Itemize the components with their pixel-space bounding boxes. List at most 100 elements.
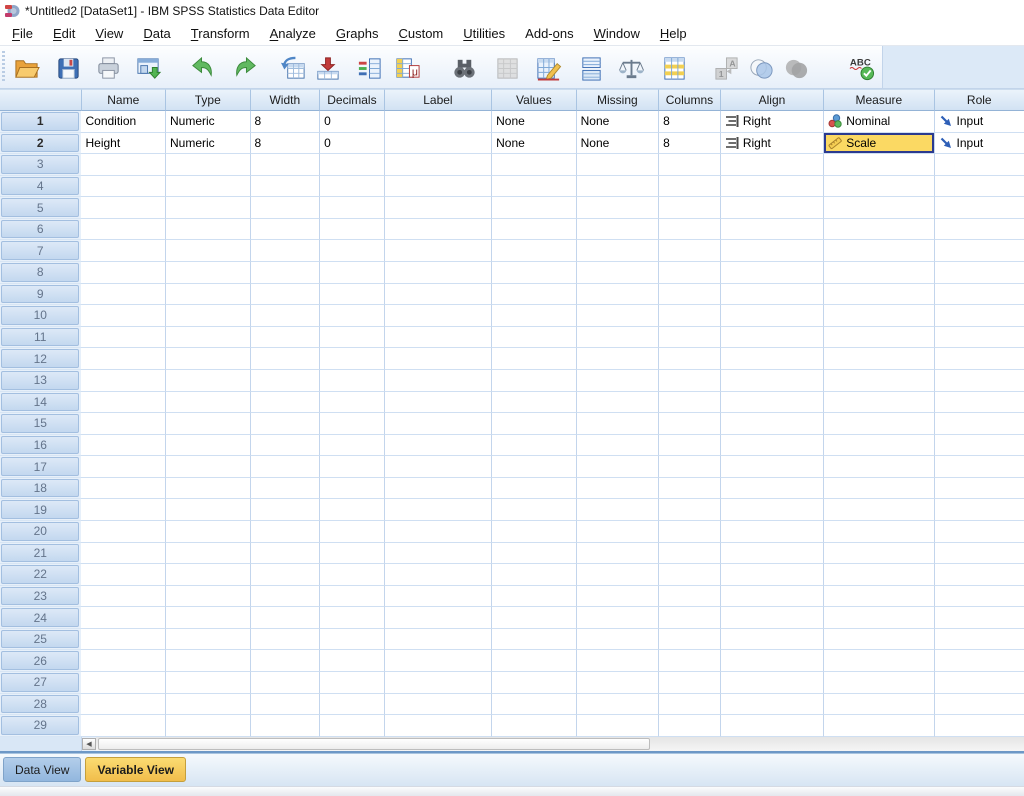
grid-cell[interactable] <box>251 629 321 651</box>
grid-cell[interactable] <box>935 650 1024 672</box>
grid-cell[interactable] <box>81 694 166 716</box>
grid-cell[interactable] <box>251 305 321 327</box>
grid-cell[interactable] <box>320 370 385 392</box>
grid-cell[interactable] <box>935 262 1024 284</box>
grid-cell[interactable] <box>166 478 251 500</box>
show-all-variables-icon[interactable] <box>780 52 812 84</box>
tab-data-view[interactable]: Data View <box>3 757 81 782</box>
grid-cell[interactable] <box>385 499 492 521</box>
grid-cell[interactable] <box>251 456 321 478</box>
grid-cell[interactable] <box>935 348 1024 370</box>
grid-cell[interactable] <box>492 586 577 608</box>
grid-cell[interactable] <box>721 305 824 327</box>
grid-cell[interactable] <box>251 219 321 241</box>
grid-cell[interactable] <box>385 348 492 370</box>
column-header-values[interactable]: Values <box>492 89 577 111</box>
cell-columns-2[interactable]: 8 <box>659 133 721 155</box>
cell-name-1[interactable]: Condition <box>81 111 166 133</box>
row-header-23[interactable]: 23 <box>0 586 81 608</box>
grid-cell[interactable] <box>721 370 824 392</box>
grid-cell[interactable] <box>824 197 934 219</box>
scroll-left-icon[interactable]: ◀ <box>82 738 96 750</box>
grid-cell[interactable] <box>577 370 660 392</box>
grid-cell[interactable] <box>935 672 1024 694</box>
grid-cell[interactable] <box>492 435 577 457</box>
grid-cell[interactable] <box>81 499 166 521</box>
grid-cell[interactable] <box>577 262 660 284</box>
grid-cell[interactable] <box>251 650 321 672</box>
grid-cell[interactable] <box>935 327 1024 349</box>
grid-cell[interactable] <box>659 176 721 198</box>
grid-cell[interactable] <box>385 672 492 694</box>
menu-custom[interactable]: Custom <box>388 23 453 44</box>
grid-cell[interactable] <box>577 240 660 262</box>
grid-cell[interactable] <box>320 219 385 241</box>
grid-cell[interactable] <box>320 650 385 672</box>
grid-cell[interactable] <box>166 694 251 716</box>
menu-add-ons[interactable]: Add-ons <box>515 23 583 44</box>
run-descriptives-icon[interactable]: μ <box>391 52 423 84</box>
grid-cell[interactable] <box>385 521 492 543</box>
grid-cell[interactable] <box>251 262 321 284</box>
grid-cell[interactable] <box>81 564 166 586</box>
grid-cell[interactable] <box>81 456 166 478</box>
row-header-24[interactable]: 24 <box>0 607 81 629</box>
cell-label-2[interactable] <box>385 133 492 155</box>
grid-cell[interactable] <box>824 499 934 521</box>
grid-cell[interactable] <box>492 607 577 629</box>
cell-columns-1[interactable]: 8 <box>659 111 721 133</box>
insert-cases-icon[interactable] <box>491 52 523 84</box>
split-file-icon[interactable] <box>575 52 607 84</box>
grid-cell[interactable] <box>824 607 934 629</box>
grid-cell[interactable] <box>251 413 321 435</box>
grid-cell[interactable] <box>320 327 385 349</box>
grid-cell[interactable] <box>320 499 385 521</box>
row-header-14[interactable]: 14 <box>0 392 81 414</box>
grid-cell[interactable] <box>577 392 660 414</box>
grid-cell[interactable] <box>81 715 166 737</box>
grid-cell[interactable] <box>935 629 1024 651</box>
cell-role-2[interactable]: Input <box>935 133 1024 155</box>
grid-cell[interactable] <box>385 715 492 737</box>
grid-cell[interactable] <box>320 305 385 327</box>
grid-cell[interactable] <box>81 543 166 565</box>
grid-cell[interactable] <box>721 219 824 241</box>
grid-cell[interactable] <box>659 370 721 392</box>
grid-cell[interactable] <box>935 370 1024 392</box>
grid-cell[interactable] <box>81 413 166 435</box>
grid-cell[interactable] <box>385 607 492 629</box>
grid-cell[interactable] <box>166 154 251 176</box>
row-header-28[interactable]: 28 <box>0 694 81 716</box>
value-labels-icon[interactable]: A1 <box>710 52 742 84</box>
grid-cell[interactable] <box>251 586 321 608</box>
row-header-7[interactable]: 7 <box>0 240 81 262</box>
grid-cell[interactable] <box>251 154 321 176</box>
print-icon[interactable] <box>92 52 124 84</box>
grid-cell[interactable] <box>935 499 1024 521</box>
grid-cell[interactable] <box>492 715 577 737</box>
grid-cell[interactable] <box>320 176 385 198</box>
grid-cell[interactable] <box>492 348 577 370</box>
grid-cell[interactable] <box>166 370 251 392</box>
grid-cell[interactable] <box>721 284 824 306</box>
grid-cell[interactable] <box>577 456 660 478</box>
column-header-type[interactable]: Type <box>166 89 251 111</box>
grid-cell[interactable] <box>385 629 492 651</box>
grid-cell[interactable] <box>251 672 321 694</box>
grid-cell[interactable] <box>721 586 824 608</box>
grid-cell[interactable] <box>577 478 660 500</box>
grid-cell[interactable] <box>721 672 824 694</box>
row-header-29[interactable]: 29 <box>0 715 81 737</box>
grid-cell[interactable] <box>721 629 824 651</box>
grid-cell[interactable] <box>320 629 385 651</box>
grid-cell[interactable] <box>385 413 492 435</box>
grid-cell[interactable] <box>385 154 492 176</box>
grid-cell[interactable] <box>935 564 1024 586</box>
grid-cell[interactable] <box>492 650 577 672</box>
row-header-1[interactable]: 1 <box>0 111 81 133</box>
grid-cell[interactable] <box>577 435 660 457</box>
grid-cell[interactable] <box>659 240 721 262</box>
grid-cell[interactable] <box>824 219 934 241</box>
grid-cell[interactable] <box>577 197 660 219</box>
grid-cell[interactable] <box>385 284 492 306</box>
